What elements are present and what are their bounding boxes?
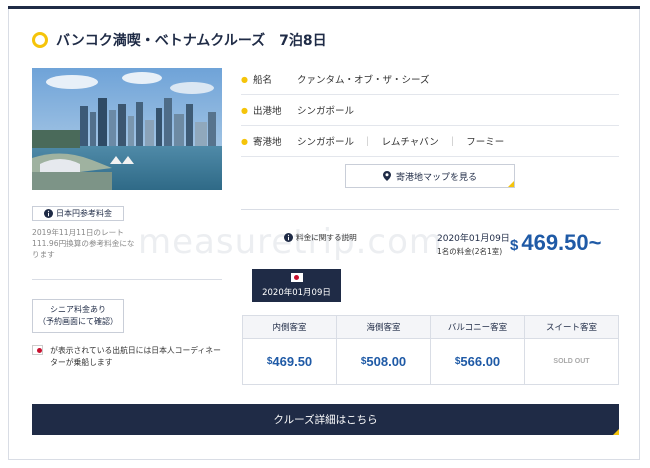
divider — [241, 209, 619, 210]
table-header-row: 内側客室 海側客室 バルコニー客室 スイート客室 — [243, 316, 618, 339]
port-name: レムチャバン — [381, 137, 439, 148]
exchange-rate-note: 2019年11月11日のレート111.96円換算の参考料金になります — [32, 228, 135, 259]
japan-flag-icon — [290, 273, 303, 282]
jpy-reference-badge: 日本円参考料金 — [32, 206, 124, 221]
coordinator-note: が表示されている出航日には日本人コーディネーターが乗船します — [32, 345, 228, 368]
bullet-icon: ● — [241, 74, 248, 84]
port-separator: ｜ — [363, 137, 373, 148]
port-name: シンガポール — [297, 137, 355, 148]
price-cell-inside[interactable]: $469.50 — [243, 339, 337, 384]
ports-label: 寄港地 — [253, 137, 282, 148]
ring-icon — [32, 32, 48, 48]
bullet-icon: ● — [241, 105, 248, 115]
ship-value: クァンタム・オブ・ザ・シーズ — [297, 75, 430, 86]
cruise-title: バンコク満喫・ベトナムクルーズ 7泊8日 — [56, 33, 327, 49]
fee-explanation-label: 料金に関する説明 — [296, 233, 357, 242]
info-icon — [44, 209, 53, 218]
cell-amount: 566.00 — [460, 354, 501, 369]
cruise-details-button[interactable]: クルーズ詳細はこちら — [32, 404, 619, 435]
corner-accent — [508, 181, 514, 187]
lowest-price: $469.50~ — [510, 230, 601, 256]
title-row: バンコク満喫・ベトナムクルーズ 7泊8日 — [32, 30, 327, 50]
departure-label: 出港地 — [253, 106, 282, 117]
departure-row: ● 出港地 シンガポール — [241, 95, 619, 126]
port-map-button[interactable]: 寄港地マップを見る — [345, 164, 515, 188]
divider — [32, 279, 222, 280]
port-separator: ｜ — [447, 137, 458, 148]
price-amount: 469.50~ — [521, 230, 602, 255]
departure-date-tab[interactable]: 2020年01月09日 — [252, 269, 341, 302]
info-icon — [284, 233, 293, 242]
senior-fare-line2: （予約画面にて確認） — [38, 317, 118, 326]
column-header: バルコニー客室 — [431, 316, 525, 338]
bullet-icon: ● — [241, 136, 248, 146]
price-currency: $ — [510, 237, 519, 254]
departure-value: シンガポール — [297, 106, 355, 117]
coordinator-note-text: が表示されている出航日には日本人コーディネーターが乗船します — [50, 346, 221, 367]
ship-row: ● 船名 クァンタム・オブ・ザ・シーズ — [241, 64, 619, 95]
corner-accent — [613, 429, 619, 435]
per-person-note: 1名の料金(2名1室) — [437, 247, 503, 256]
fee-explanation-link[interactable]: 料金に関する説明 — [284, 232, 357, 243]
japan-flag-icon — [32, 345, 44, 355]
cell-amount: 508.00 — [366, 354, 407, 369]
map-pin-icon — [382, 171, 391, 181]
port-map-label: 寄港地マップを見る — [395, 172, 477, 183]
senior-fare-badge: シニア料金あり （予約画面にて確認） — [32, 299, 124, 333]
price-cell-suite: SOLD OUT — [553, 358, 590, 365]
jpy-reference-label: 日本円参考料金 — [56, 209, 112, 218]
cruise-photo — [32, 68, 222, 190]
price-cell-balcony[interactable]: $566.00 — [431, 339, 525, 384]
ports-row: ● 寄港地 シンガポール ｜ レムチャバン ｜ フーミー — [241, 126, 619, 157]
departure-date-tab-label: 2020年01月09日 — [262, 288, 331, 298]
cruise-details-label: クルーズ詳細はこちら — [273, 414, 378, 426]
table-row: $469.50 $508.00 $566.00 SOLD OUT — [243, 339, 618, 384]
selected-date: 2020年01月09日 — [437, 234, 510, 244]
card-top-border — [8, 6, 640, 9]
senior-fare-line1: シニア料金あり — [50, 305, 106, 314]
cabin-price-table: 内側客室 海側客室 バルコニー客室 スイート客室 $469.50 $508.00… — [242, 315, 619, 385]
column-header: スイート客室 — [545, 323, 597, 333]
ports-value: シンガポール ｜ レムチャバン ｜ フーミー — [297, 134, 504, 148]
column-header: 海側客室 — [337, 316, 431, 338]
cruise-info: ● 船名 クァンタム・オブ・ザ・シーズ ● 出港地 シンガポール ● 寄港地 シ… — [241, 64, 619, 157]
port-name: フーミー — [466, 137, 505, 148]
price-cell-oceanview[interactable]: $508.00 — [337, 339, 431, 384]
cell-amount: 469.50 — [272, 354, 313, 369]
ship-label: 船名 — [253, 75, 273, 86]
column-header: 内側客室 — [243, 316, 337, 338]
